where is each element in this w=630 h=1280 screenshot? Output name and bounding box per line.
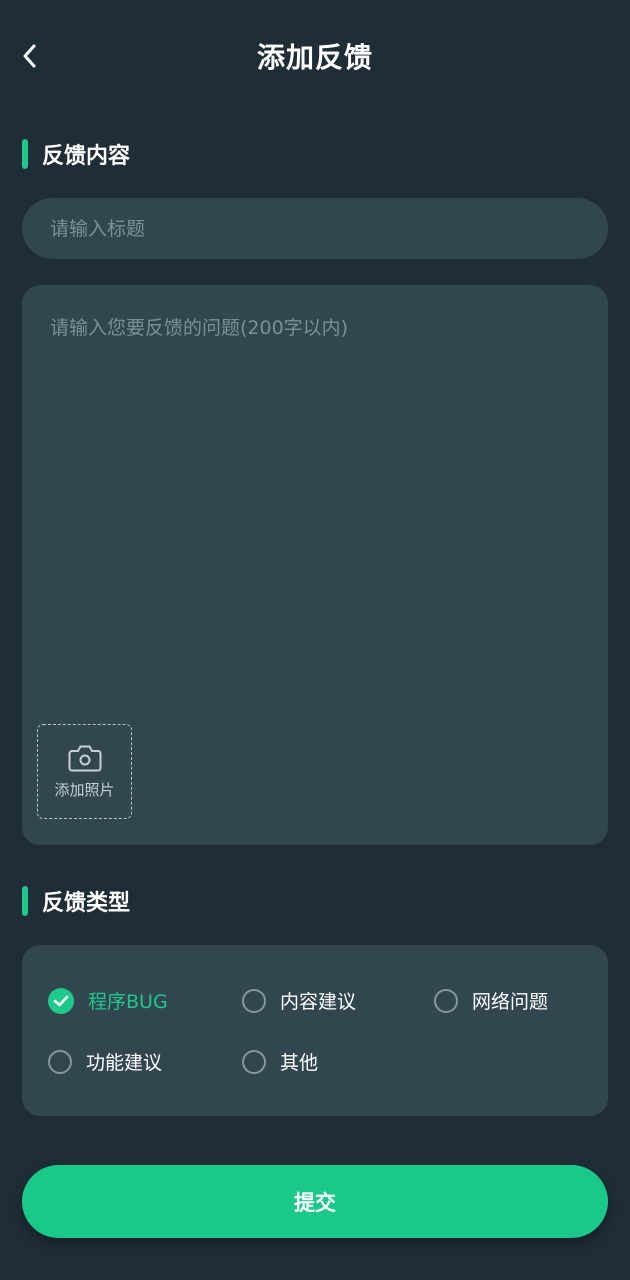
type-option-label: 程序BUG (88, 991, 168, 1013)
radio-unchecked-icon (242, 988, 266, 1013)
feedback-type-group: 程序BUG 内容建议 网络问题 功能建议 其他 (22, 945, 608, 1116)
title-input[interactable] (22, 198, 608, 259)
section-accent-bar (22, 139, 28, 169)
content-box: 添加照片 (22, 285, 608, 845)
type-option-content-suggestion[interactable]: 内容建议 (242, 987, 356, 1014)
content-section-title: 反馈内容 (22, 139, 130, 169)
radio-unchecked-icon (48, 1049, 72, 1074)
check-icon (53, 995, 69, 1006)
type-section-label: 反馈类型 (42, 891, 131, 916)
content-section-label: 反馈内容 (42, 144, 131, 169)
radio-unchecked-icon (242, 1049, 266, 1074)
submit-button[interactable]: 提交 (22, 1165, 608, 1238)
camera-icon (68, 745, 101, 772)
type-option-label: 功能建议 (86, 1052, 163, 1074)
section-accent-bar (22, 886, 28, 916)
type-option-label: 网络问题 (472, 991, 549, 1013)
radio-unchecked-icon (434, 988, 458, 1013)
type-option-bug[interactable]: 程序BUG (48, 987, 168, 1014)
type-option-network[interactable]: 网络问题 (434, 987, 548, 1014)
page-title: 添加反馈 (256, 41, 373, 74)
type-option-feature[interactable]: 功能建议 (48, 1048, 162, 1075)
type-option-label: 内容建议 (280, 991, 357, 1013)
content-textarea[interactable] (22, 285, 608, 705)
add-photo-label: 添加照片 (54, 781, 115, 799)
header: 添加反馈 (0, 0, 630, 112)
type-section-title: 反馈类型 (22, 886, 130, 916)
type-option-other[interactable]: 其他 (242, 1048, 318, 1075)
type-option-label: 其他 (280, 1052, 319, 1074)
radio-checked-icon (48, 987, 74, 1014)
add-photo-button[interactable]: 添加照片 (37, 724, 132, 819)
